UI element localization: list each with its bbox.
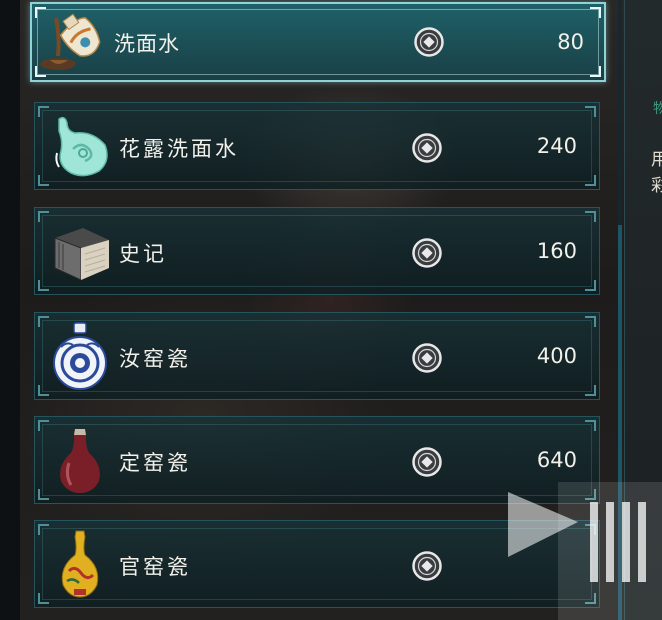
corner-ornament	[585, 420, 596, 431]
corner-ornament	[585, 175, 596, 186]
bottle-pouring-icon	[40, 13, 101, 70]
copper-coin-icon	[412, 343, 442, 373]
item-price: 400	[536, 344, 577, 368]
corner-ornament	[585, 211, 596, 222]
corner-ornament	[585, 385, 596, 396]
copper-coin-icon	[414, 27, 444, 57]
shop-item-row-selected[interactable]: 洗面水 80	[30, 2, 606, 82]
corner-ornament	[590, 7, 601, 18]
copper-coin-icon	[412, 447, 442, 477]
corner-ornament	[590, 66, 601, 77]
corner-ornament	[585, 316, 596, 327]
item-name: 花露洗面水	[119, 137, 239, 161]
item-price: 160	[536, 239, 577, 263]
jade-vase-icon	[55, 116, 108, 177]
blue-white-flask-icon	[53, 322, 107, 390]
shop-item-row[interactable]: 史记 160	[34, 207, 600, 295]
item-name: 史记	[119, 242, 167, 266]
item-name: 定窑瓷	[119, 451, 191, 475]
detail-description-line: 彩	[651, 176, 662, 196]
red-vase-icon	[60, 429, 100, 493]
detail-description: 用 彩	[651, 147, 662, 199]
corner-ornament	[585, 280, 596, 291]
copper-coin-icon	[412, 238, 442, 268]
detail-label: 物	[653, 101, 662, 117]
yellow-vase-icon	[61, 530, 99, 598]
detail-description-line: 用	[651, 150, 662, 170]
watermark-logo	[508, 482, 662, 620]
item-price: 240	[536, 134, 577, 158]
book-icon	[54, 228, 109, 281]
item-name: 汝窑瓷	[119, 347, 191, 371]
shop-item-row[interactable]: 花露洗面水 240	[34, 102, 600, 190]
item-name: 官窑瓷	[119, 555, 191, 579]
item-price: 80	[557, 30, 584, 54]
copper-coin-icon	[412, 133, 442, 163]
corner-ornament	[585, 106, 596, 117]
copper-coin-icon	[412, 551, 442, 581]
left-frame-edge	[0, 0, 20, 620]
item-name: 洗面水	[114, 32, 180, 56]
shop-item-row[interactable]: 汝窑瓷 400	[34, 312, 600, 400]
